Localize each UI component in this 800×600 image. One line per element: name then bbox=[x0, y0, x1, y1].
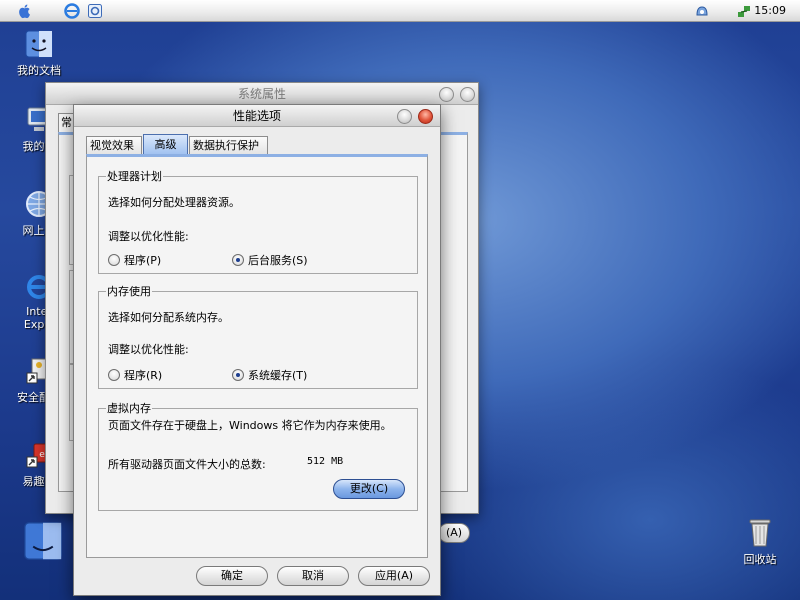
radio-checked-icon bbox=[232, 369, 244, 381]
performance-options-window[interactable]: 性能选项 视觉效果 高级 数据执行保护 处理器计划 选择如何分配处理器资源。 调… bbox=[73, 104, 441, 596]
pagefile-total-value: 512 MB bbox=[307, 456, 344, 467]
quick-launch-icon[interactable] bbox=[87, 3, 103, 19]
finder-dock-icon[interactable] bbox=[22, 520, 64, 562]
menu-bar-clock[interactable]: 15:09 bbox=[754, 4, 786, 17]
memory-usage-group: 内存使用 选择如何分配系统内存。 调整以优化性能: 程序(R) 系统缓存(T) bbox=[98, 283, 418, 389]
group-description: 页面文件存在于硬盘上，Windows 将它作为内存来使用。 bbox=[108, 419, 392, 432]
radio-unchecked-icon bbox=[108, 254, 120, 266]
apply-button[interactable]: 应用(A) bbox=[358, 566, 430, 586]
network-status-icon[interactable] bbox=[736, 3, 752, 19]
tab-advanced[interactable]: 高级 bbox=[143, 134, 188, 155]
adjust-label: 调整以优化性能: bbox=[108, 343, 189, 356]
finder-face-icon bbox=[25, 30, 53, 58]
menu-bar: 15:09 bbox=[0, 0, 800, 22]
desktop-icon-label: 回收站 bbox=[743, 553, 777, 566]
apple-menu-icon[interactable] bbox=[17, 3, 33, 19]
tab-general[interactable]: 常 bbox=[58, 113, 74, 133]
group-description: 选择如何分配处理器资源。 bbox=[108, 196, 240, 209]
desktop-icon-label: 我的文档 bbox=[17, 64, 61, 77]
apply-button-back[interactable]: (A) bbox=[438, 523, 470, 543]
minimize-button[interactable] bbox=[397, 109, 412, 124]
system-properties-titlebar[interactable]: 系统属性 bbox=[46, 83, 478, 105]
minimize-button[interactable] bbox=[439, 87, 454, 102]
tab-visual-effects[interactable]: 视觉效果 bbox=[86, 136, 142, 154]
change-virtual-memory-button[interactable]: 更改(C) bbox=[333, 479, 405, 499]
desktop-icon-recycle-bin[interactable]: 回收站 bbox=[738, 516, 782, 567]
group-title: 内存使用 bbox=[107, 285, 151, 298]
close-button[interactable] bbox=[460, 87, 475, 102]
virtual-memory-group: 虚拟内存 页面文件存在于硬盘上，Windows 将它作为内存来使用。 所有驱动器… bbox=[98, 400, 418, 511]
memory-system-cache-radio[interactable]: 系统缓存(T) bbox=[232, 367, 307, 383]
tab-data-execution-prevention[interactable]: 数据执行保护 bbox=[189, 136, 268, 154]
advanced-tab-panel: 处理器计划 选择如何分配处理器资源。 调整以优化性能: 程序(P) 后台服务(S… bbox=[86, 154, 428, 558]
processor-program-radio[interactable]: 程序(P) bbox=[108, 252, 161, 268]
memory-program-radio[interactable]: 程序(R) bbox=[108, 367, 162, 383]
tab-label: 常 bbox=[61, 116, 72, 129]
desktop-icon-my-documents[interactable]: 我的文档 bbox=[1, 29, 77, 78]
group-title: 处理器计划 bbox=[107, 170, 162, 183]
window-title: 性能选项 bbox=[232, 109, 281, 123]
group-title: 虚拟内存 bbox=[107, 402, 151, 415]
input-method-icon[interactable] bbox=[694, 3, 710, 19]
radio-checked-icon bbox=[232, 254, 244, 266]
window-title: 系统属性 bbox=[237, 87, 286, 101]
adjust-label: 调整以优化性能: bbox=[108, 230, 189, 243]
ok-button[interactable]: 确定 bbox=[196, 566, 268, 586]
radio-unchecked-icon bbox=[108, 369, 120, 381]
cancel-button[interactable]: 取消 bbox=[277, 566, 349, 586]
internet-explorer-icon[interactable] bbox=[64, 3, 80, 19]
trash-can-icon bbox=[749, 519, 771, 547]
processor-scheduling-group: 处理器计划 选择如何分配处理器资源。 调整以优化性能: 程序(P) 后台服务(S… bbox=[98, 168, 418, 274]
processor-background-services-radio[interactable]: 后台服务(S) bbox=[232, 252, 308, 268]
pagefile-total-label: 所有驱动器页面文件大小的总数: bbox=[108, 458, 266, 471]
close-button[interactable] bbox=[418, 109, 433, 124]
performance-options-titlebar[interactable]: 性能选项 bbox=[74, 105, 440, 127]
group-description: 选择如何分配系统内存。 bbox=[108, 311, 229, 324]
